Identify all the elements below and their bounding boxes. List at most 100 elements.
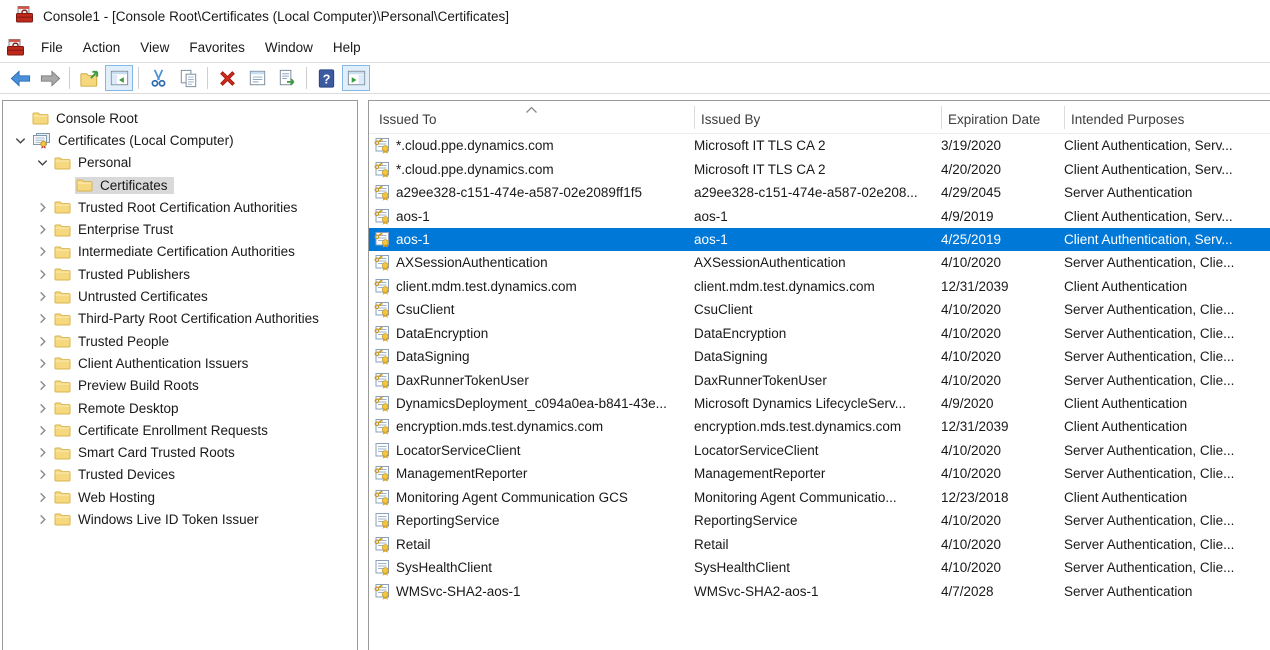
table-row[interactable]: RetailRetail4/10/2020Server Authenticati… — [369, 532, 1270, 555]
tree-item-certificates-local-computer[interactable]: Certificates (Local Computer) — [3, 129, 357, 151]
tree-item-trusted-publishers[interactable]: Trusted Publishers — [3, 263, 357, 285]
chevron-down-icon[interactable] — [31, 154, 53, 172]
chevron-right-icon[interactable] — [31, 198, 53, 216]
show-hide-action-pane-button[interactable] — [342, 65, 370, 91]
copy-button[interactable] — [174, 65, 202, 91]
expiration-date-cell: 4/10/2020 — [941, 373, 1064, 388]
export-list-button[interactable] — [273, 65, 301, 91]
tree-item-untrusted-certificates[interactable]: Untrusted Certificates — [3, 285, 357, 307]
tree-item-personal[interactable]: Personal — [3, 152, 357, 174]
issued-to-cell: CsuClient — [369, 301, 694, 318]
forward-button[interactable] — [36, 65, 64, 91]
table-row[interactable]: DataEncryptionDataEncryption4/10/2020Ser… — [369, 322, 1270, 345]
tree-item-preview-build-roots[interactable]: Preview Build Roots — [3, 375, 357, 397]
chevron-right-icon[interactable] — [31, 332, 53, 350]
chevron-right-icon[interactable] — [31, 354, 53, 372]
tree-item-certificate-enrollment-requests[interactable]: Certificate Enrollment Requests — [3, 419, 357, 441]
tree-item-certificates[interactable]: Certificates — [3, 174, 357, 196]
cert-key-icon — [374, 395, 391, 412]
menu-action[interactable]: Action — [73, 36, 131, 59]
chevron-right-icon[interactable] — [31, 310, 53, 328]
tree-node: Preview Build Roots — [53, 377, 205, 394]
chevron-right-icon[interactable] — [31, 288, 53, 306]
table-row[interactable]: encryption.mds.test.dynamics.comencrypti… — [369, 415, 1270, 438]
table-row[interactable]: SysHealthClientSysHealthClient4/10/2020S… — [369, 556, 1270, 579]
issued-to-text: encryption.mds.test.dynamics.com — [396, 419, 603, 434]
column-header-expiration-date[interactable]: Expiration Date — [948, 112, 1040, 127]
show-hide-console-tree-button[interactable] — [105, 65, 133, 91]
menu-view[interactable]: View — [130, 36, 179, 59]
properties-button[interactable] — [243, 65, 271, 91]
chevron-right-icon[interactable] — [31, 421, 53, 439]
table-row[interactable]: client.mdm.test.dynamics.comclient.mdm.t… — [369, 275, 1270, 298]
tree-item-trusted-root-certification-authorities[interactable]: Trusted Root Certification Authorities — [3, 196, 357, 218]
table-row[interactable]: ManagementReporterManagementReporter4/10… — [369, 462, 1270, 485]
intended-purposes-cell: Server Authentication, Clie... — [1064, 349, 1270, 364]
tree-item-client-authentication-issuers[interactable]: Client Authentication Issuers — [3, 352, 357, 374]
table-row[interactable]: DaxRunnerTokenUserDaxRunnerTokenUser4/10… — [369, 368, 1270, 391]
list-rows: *.cloud.ppe.dynamics.comMicrosoft IT TLS… — [369, 134, 1270, 650]
chevron-right-icon[interactable] — [31, 377, 53, 395]
console-tree-pane[interactable]: Console RootCertificates (Local Computer… — [2, 100, 358, 650]
column-header-intended-purposes[interactable]: Intended Purposes — [1071, 112, 1184, 127]
table-row[interactable]: a29ee328-c151-474e-a587-02e2089ff1f5a29e… — [369, 181, 1270, 204]
list-header: Issued To Issued By Expiration Date Intende… — [369, 101, 1270, 134]
tree-item-intermediate-certification-authorities[interactable]: Intermediate Certification Authorities — [3, 241, 357, 263]
tree-item-trusted-devices[interactable]: Trusted Devices — [3, 464, 357, 486]
chevron-right-icon[interactable] — [31, 444, 53, 462]
chevron-right-icon[interactable] — [31, 221, 53, 239]
certificate-list-pane[interactable]: Issued To Issued By Expiration Date Intende… — [368, 100, 1270, 650]
chevron-down-icon[interactable] — [9, 131, 31, 149]
column-divider[interactable] — [941, 106, 942, 129]
column-header-issued-by[interactable]: Issued By — [701, 112, 760, 127]
menu-window[interactable]: Window — [255, 36, 323, 59]
up-one-level-button[interactable] — [75, 65, 103, 91]
chevron-right-icon[interactable] — [31, 510, 53, 528]
cert-key-icon — [374, 325, 391, 342]
table-row[interactable]: DynamicsDeployment_c094a0ea-b841-43e...M… — [369, 392, 1270, 415]
cut-button[interactable] — [144, 65, 172, 91]
cert-key-icon — [374, 161, 391, 178]
table-row[interactable]: aos-1aos-14/9/2019Client Authentication,… — [369, 204, 1270, 227]
chevron-right-icon[interactable] — [31, 399, 53, 417]
column-divider[interactable] — [1064, 106, 1065, 129]
delete-button[interactable] — [213, 65, 241, 91]
issued-by-cell: Retail — [694, 537, 941, 552]
tree-item-third-party-root-certification-authorities[interactable]: Third-Party Root Certification Authoriti… — [3, 308, 357, 330]
issued-to-text: aos-1 — [396, 232, 430, 247]
table-row[interactable]: *.cloud.ppe.dynamics.comMicrosoft IT TLS… — [369, 157, 1270, 180]
chevron-placeholder — [9, 109, 31, 127]
chevron-right-icon[interactable] — [31, 488, 53, 506]
menu-favorites[interactable]: Favorites — [179, 36, 255, 59]
column-divider[interactable] — [694, 106, 695, 129]
issued-by-cell: aos-1 — [694, 232, 941, 247]
toolbar-separator — [69, 67, 70, 89]
tree-item-smart-card-trusted-roots[interactable]: Smart Card Trusted Roots — [3, 441, 357, 463]
chevron-right-icon[interactable] — [31, 265, 53, 283]
chevron-right-icon[interactable] — [31, 243, 53, 261]
menu-file[interactable]: File — [31, 36, 73, 59]
column-header-issued-to[interactable]: Issued To — [379, 112, 437, 127]
table-row[interactable]: ReportingServiceReportingService4/10/202… — [369, 509, 1270, 532]
tree-item-web-hosting[interactable]: Web Hosting — [3, 486, 357, 508]
issued-to-text: CsuClient — [396, 302, 455, 317]
table-row[interactable]: *.cloud.ppe.dynamics.comMicrosoft IT TLS… — [369, 134, 1270, 157]
chevron-right-icon[interactable] — [31, 466, 53, 484]
menu-help[interactable]: Help — [323, 36, 371, 59]
issued-by-cell: aos-1 — [694, 209, 941, 224]
table-row[interactable]: DataSigningDataSigning4/10/2020Server Au… — [369, 345, 1270, 368]
table-row[interactable]: LocatorServiceClientLocatorServiceClient… — [369, 439, 1270, 462]
table-row[interactable]: CsuClientCsuClient4/10/2020Server Authen… — [369, 298, 1270, 321]
tree-item-remote-desktop[interactable]: Remote Desktop — [3, 397, 357, 419]
table-row[interactable]: AXSessionAuthenticationAXSessionAuthenti… — [369, 251, 1270, 274]
table-row[interactable]: Monitoring Agent Communication GCSMonito… — [369, 486, 1270, 509]
intended-purposes-cell: Client Authentication — [1064, 279, 1270, 294]
help-button[interactable]: ? — [312, 65, 340, 91]
tree-item-trusted-people[interactable]: Trusted People — [3, 330, 357, 352]
table-row[interactable]: WMSvc-SHA2-aos-1WMSvc-SHA2-aos-14/7/2028… — [369, 579, 1270, 602]
tree-item-windows-live-id-token-issuer[interactable]: Windows Live ID Token Issuer — [3, 508, 357, 530]
back-button[interactable] — [6, 65, 34, 91]
tree-item-enterprise-trust[interactable]: Enterprise Trust — [3, 218, 357, 240]
table-row[interactable]: aos-1aos-14/25/2019Client Authentication… — [369, 228, 1270, 251]
tree-item-console-root[interactable]: Console Root — [3, 107, 357, 129]
